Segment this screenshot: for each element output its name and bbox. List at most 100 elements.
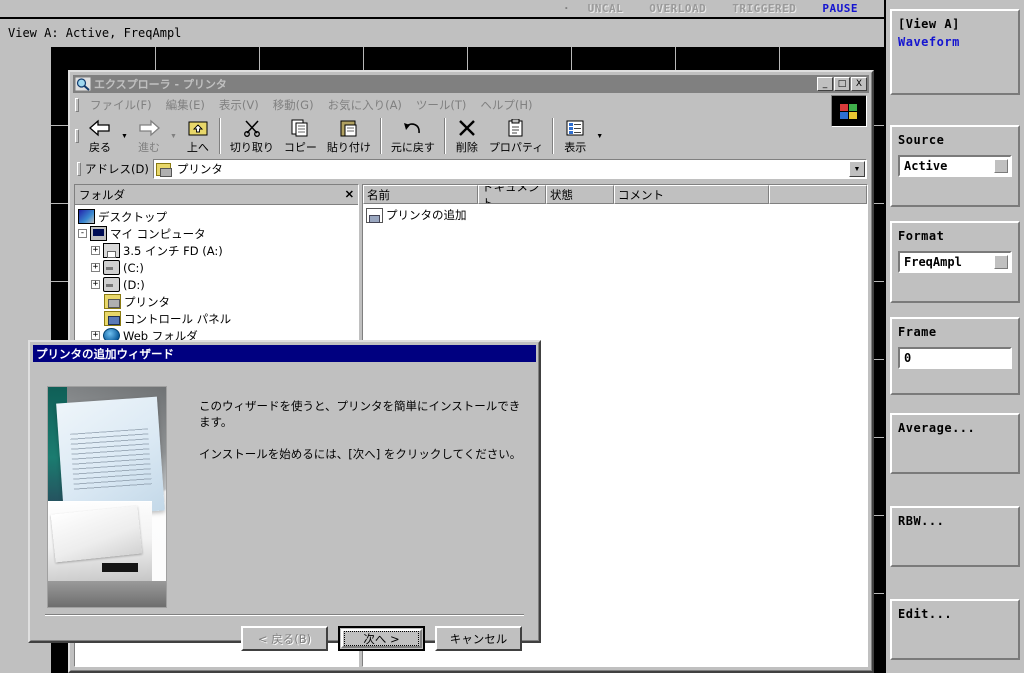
- forward-dropdown-arrow-icon[interactable]: ▼: [166, 115, 181, 157]
- wizard-paragraph-2: インストールを始めるには、[次へ] をクリックしてください。: [199, 447, 522, 461]
- wizard-titlebar[interactable]: プリンタの追加ウィザード: [33, 345, 536, 362]
- softkey-average[interactable]: Average...: [890, 413, 1020, 474]
- status-triggered: TRIGGERED: [732, 2, 797, 15]
- tree-item-desktop[interactable]: デスクトップ: [78, 208, 358, 225]
- minimize-button[interactable]: _: [817, 77, 833, 91]
- hard-drive-icon: [103, 277, 120, 292]
- toolbar-back-label: 戻る: [89, 141, 111, 154]
- expand-toggle-icon[interactable]: +: [91, 263, 100, 272]
- column-header-document[interactable]: ドキュメント: [478, 185, 546, 204]
- softkey-source[interactable]: Source Active: [890, 125, 1020, 207]
- softkey-view-a[interactable]: [View A] Waveform: [890, 9, 1020, 95]
- copy-icon: [290, 117, 310, 139]
- column-header-status[interactable]: 状態: [546, 185, 614, 204]
- explorer-menubar[interactable]: ファイル(F) 編集(E) 表示(V) 移動(G) お気に入り(A) ツール(T…: [71, 95, 871, 127]
- cancel-button-label: キャンセル: [449, 631, 508, 646]
- toolbar-cut-label: 切り取り: [229, 141, 274, 154]
- softkey-top-gap: [886, 0, 1024, 9]
- folder-tree-header: フォルダ ✕: [75, 185, 358, 205]
- wizard-body: このウィザードを使うと、プリンタを簡単にインストールできます。 インストールを始…: [33, 362, 536, 651]
- tree-item-label: プリンタ: [124, 294, 170, 309]
- list-item-label: プリンタの追加: [386, 208, 467, 222]
- toolbar-views-button[interactable]: 表示: [558, 115, 592, 157]
- close-icon[interactable]: ✕: [345, 188, 354, 201]
- menu-view[interactable]: 表示(V): [212, 95, 266, 115]
- toolbar-delete-button[interactable]: 削除: [450, 115, 484, 157]
- address-dropdown-arrow-icon[interactable]: ▼: [849, 161, 865, 177]
- collapse-toggle-icon[interactable]: -: [78, 229, 87, 238]
- list-item[interactable]: プリンタの追加: [366, 207, 864, 223]
- menubar-grip[interactable]: [75, 98, 79, 112]
- toolbar-properties-label: プロパティ: [488, 141, 544, 154]
- column-header-extra[interactable]: [769, 185, 867, 204]
- views-dropdown-arrow-icon[interactable]: ▼: [592, 115, 607, 157]
- toolbar-views-label: 表示: [564, 141, 587, 154]
- explorer-addressbar[interactable]: アドレス(D) プリンタ ▼: [71, 157, 871, 181]
- toolbar-up-button[interactable]: 上へ: [181, 115, 215, 157]
- softkey-gap-3: [890, 303, 1020, 317]
- menu-help[interactable]: ヘルプ(H): [473, 95, 539, 115]
- tree-item-drive-d[interactable]: + (D:): [78, 276, 358, 293]
- menu-favorites[interactable]: お気に入り(A): [321, 95, 409, 115]
- toolbar-paste-button[interactable]: 貼り付け: [322, 115, 376, 157]
- properties-icon: [506, 117, 526, 139]
- tree-item-drive-c[interactable]: + (C:): [78, 259, 358, 276]
- softkey-frame[interactable]: Frame 0: [890, 317, 1020, 395]
- softkey-format[interactable]: Format FreqAmpl: [890, 221, 1020, 303]
- toolbar-forward-button[interactable]: 進む: [132, 115, 166, 157]
- source-spinner-thumb[interactable]: [994, 159, 1008, 173]
- column-header-comment[interactable]: コメント: [614, 185, 769, 204]
- menu-file[interactable]: ファイル(F): [83, 95, 159, 115]
- back-dropdown-arrow-icon[interactable]: ▼: [117, 115, 132, 157]
- addressbar-grip[interactable]: [77, 162, 81, 176]
- toolbar-undo-label: 元に戻す: [390, 141, 435, 154]
- tree-item-label: 3.5 インチ FD (A:): [123, 243, 223, 258]
- explorer-toolbar[interactable]: 戻る ▼ 進む ▼ 上へ 切り取り コピー 貼り付け 元に戻す 削除 プロパティ…: [71, 115, 871, 157]
- source-value: Active: [904, 159, 948, 173]
- explorer-titlebar[interactable]: エクスプローラ - プリンタ _ □ X: [73, 75, 869, 93]
- expand-toggle-icon[interactable]: +: [91, 280, 100, 289]
- tree-item-printers[interactable]: プリンタ: [78, 293, 358, 310]
- expand-toggle-icon[interactable]: +: [91, 331, 100, 340]
- source-select[interactable]: Active: [898, 155, 1012, 177]
- toolbar-copy-label: コピー: [283, 141, 317, 154]
- softkey-edit[interactable]: Edit...: [890, 599, 1020, 660]
- add-printer-wizard-dialog[interactable]: プリンタの追加ウィザード このウィザードを使うと、プリンタを簡単にインストールで…: [28, 340, 541, 651]
- column-header-name[interactable]: 名前: [363, 185, 478, 204]
- maximize-button[interactable]: □: [834, 77, 850, 91]
- frame-value: 0: [904, 351, 912, 365]
- delete-x-icon: [457, 117, 477, 139]
- menu-go[interactable]: 移動(G): [266, 95, 321, 115]
- toolbar-copy-button[interactable]: コピー: [279, 115, 322, 157]
- toolbar-back-button[interactable]: 戻る: [83, 115, 117, 157]
- next-button[interactable]: 次へ >: [338, 626, 425, 651]
- format-select[interactable]: FreqAmpl: [898, 251, 1012, 273]
- tree-item-my-computer[interactable]: - マイ コンピュータ: [78, 225, 358, 242]
- explorer-title: エクスプローラ - プリンタ: [94, 78, 227, 91]
- tree-item-floppy-a[interactable]: + 3.5 インチ FD (A:): [78, 242, 358, 259]
- toolbar-properties-button[interactable]: プロパティ: [484, 115, 548, 157]
- menu-edit[interactable]: 編集(E): [159, 95, 212, 115]
- expand-toggle-icon[interactable]: +: [91, 246, 100, 255]
- status-uncal: UNCAL: [587, 2, 624, 15]
- softkey-format-label: Format: [898, 229, 945, 243]
- toolbar-cut-button[interactable]: 切り取り: [225, 115, 279, 157]
- cancel-button[interactable]: キャンセル: [435, 626, 522, 651]
- toolbar-undo-button[interactable]: 元に戻す: [386, 115, 440, 157]
- toolbar-grip[interactable]: [75, 129, 79, 143]
- control-panel-icon: [104, 311, 121, 326]
- tree-item-control-panel[interactable]: コントロール パネル: [78, 310, 358, 327]
- format-value: FreqAmpl: [904, 255, 962, 269]
- softkey-frame-label: Frame: [898, 325, 937, 339]
- close-button[interactable]: X: [851, 77, 867, 91]
- hard-drive-icon: [103, 260, 120, 275]
- softkey-view-a-title: [View A]: [898, 17, 960, 31]
- back-arrow-icon: [88, 117, 112, 139]
- softkey-rbw[interactable]: RBW...: [890, 506, 1020, 567]
- frame-input[interactable]: 0: [898, 347, 1012, 369]
- format-spinner-thumb[interactable]: [994, 255, 1008, 269]
- back-button[interactable]: < 戻る(B): [241, 626, 328, 651]
- address-input[interactable]: プリンタ ▼: [152, 159, 867, 179]
- menu-tools[interactable]: ツール(T): [409, 95, 474, 115]
- list-column-headers[interactable]: 名前 ドキュメント 状態 コメント: [363, 185, 867, 204]
